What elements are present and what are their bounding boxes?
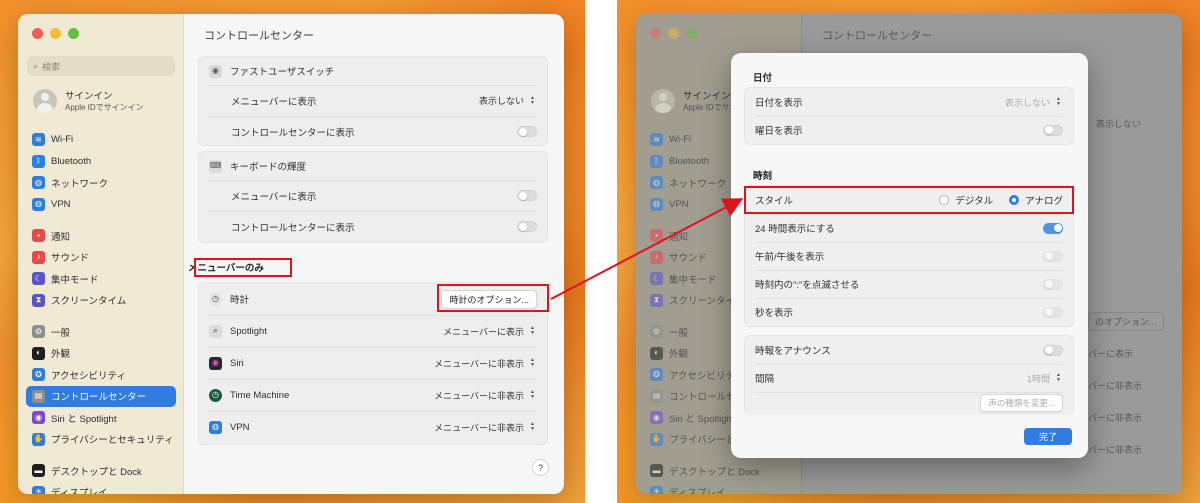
annotation-arrow bbox=[550, 198, 744, 300]
arrow-line bbox=[550, 198, 744, 300]
